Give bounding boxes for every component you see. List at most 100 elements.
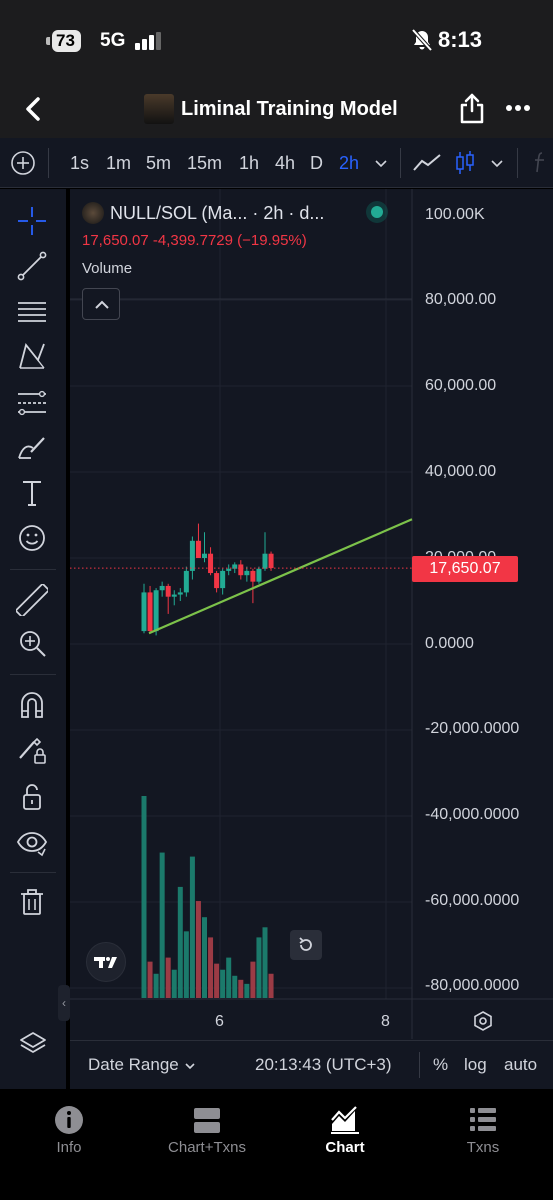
volume-bar xyxy=(195,901,201,998)
timeframe-chevron-down-icon[interactable] xyxy=(372,150,390,176)
price-axis-label: 100.00K xyxy=(425,206,485,223)
tab-txns[interactable]: Txns xyxy=(414,1089,552,1200)
network-type: 5G xyxy=(100,30,126,51)
price-axis-label: -60,000.0000 xyxy=(425,892,520,909)
signal-icon xyxy=(135,32,161,50)
volume-bar xyxy=(153,973,159,998)
candle-body xyxy=(220,570,226,589)
candle-body xyxy=(147,592,153,632)
candle-body xyxy=(159,585,165,591)
emoji-icon[interactable] xyxy=(16,522,48,554)
timeframe-d[interactable]: D xyxy=(310,151,323,175)
tradingview-logo[interactable] xyxy=(86,942,126,982)
chart-area-icon xyxy=(331,1106,359,1134)
list-icon xyxy=(470,1108,496,1131)
toolbar-divider xyxy=(10,674,56,675)
auto-scale-toggle[interactable]: auto xyxy=(504,1054,537,1076)
trash-icon[interactable] xyxy=(16,886,48,918)
tab-label: Info xyxy=(56,1139,82,1156)
silent-bell-icon xyxy=(411,28,433,52)
timeframe-4h[interactable]: 4h xyxy=(275,151,295,175)
divider xyxy=(70,1040,553,1041)
log-scale-toggle[interactable]: log xyxy=(464,1054,487,1076)
timeframe-15m[interactable]: 15m xyxy=(187,151,222,175)
timeframe-1s[interactable]: 1s xyxy=(70,151,89,175)
volume-bar xyxy=(159,852,165,998)
magnet-icon[interactable] xyxy=(16,689,48,721)
back-arrow-icon[interactable] xyxy=(18,94,48,124)
candle-body xyxy=(214,573,220,589)
crosshair-icon[interactable] xyxy=(16,205,48,237)
indicators-icon[interactable] xyxy=(530,150,553,176)
tab-chart-txns[interactable]: Chart+Txns xyxy=(138,1089,276,1200)
candles-chart-type-icon[interactable] xyxy=(454,150,476,176)
volume-bar xyxy=(189,856,195,998)
brush-icon[interactable] xyxy=(16,432,48,464)
toolbar-collapse-handle[interactable]: ‹ xyxy=(58,985,70,1021)
volume-bar xyxy=(165,957,171,998)
date-range-selector[interactable]: Date Range xyxy=(88,1054,197,1076)
volume-bar xyxy=(244,983,250,998)
timeframe-2h-active[interactable]: 2h xyxy=(339,151,359,175)
candle-body xyxy=(141,592,147,632)
volume-bar xyxy=(232,975,238,998)
price-axis-label: 60,000.00 xyxy=(425,377,497,394)
volume-bar xyxy=(177,886,183,998)
app-header: Liminal Training Model xyxy=(0,80,553,138)
volume-bar xyxy=(268,973,274,998)
percent-scale-toggle[interactable]: % xyxy=(433,1054,448,1076)
toolbar-divider xyxy=(10,872,56,873)
clock: 8:13 xyxy=(438,27,483,52)
drawing-toolbar xyxy=(0,189,66,1089)
candles xyxy=(141,523,274,636)
chevron-down-icon xyxy=(185,1062,196,1069)
settings-hexagon-icon[interactable] xyxy=(472,1010,494,1032)
tab-chart[interactable]: Chart xyxy=(276,1089,414,1200)
lock-drawings-icon[interactable] xyxy=(16,734,48,766)
candle-body xyxy=(238,564,244,576)
divider xyxy=(419,1052,420,1078)
price-axis-label: 40,000.00 xyxy=(425,463,497,480)
status-bar: 73 5G 8:13 xyxy=(0,0,553,80)
timeframe-1h[interactable]: 1h xyxy=(239,151,259,175)
reset-chart-button[interactable] xyxy=(290,930,322,960)
symbol-title[interactable]: NULL/SOL (Ma... · 2h · d... xyxy=(110,202,324,224)
symbol-avatar xyxy=(82,202,104,224)
unlock-icon[interactable] xyxy=(16,781,48,813)
eye-icon[interactable] xyxy=(16,826,48,858)
volume-label[interactable]: Volume xyxy=(82,259,132,279)
text-icon[interactable] xyxy=(16,477,48,509)
timeframe-1m[interactable]: 1m xyxy=(106,151,131,175)
volume-bar xyxy=(141,796,147,998)
chevron-up-icon xyxy=(95,300,109,309)
timezone-clock[interactable]: 20:13:43 (UTC+3) xyxy=(255,1054,392,1076)
zoom-in-icon[interactable] xyxy=(16,627,48,659)
add-symbol-icon[interactable] xyxy=(10,150,36,176)
trend-line-icon[interactable] xyxy=(16,250,48,282)
pattern-icon[interactable] xyxy=(16,340,48,372)
toolbar-divider xyxy=(517,148,518,178)
more-options-icon[interactable] xyxy=(504,96,532,120)
ohlc-values: 17,650.07 -4,399.7729 (−19.95%) xyxy=(82,232,307,249)
candle-body xyxy=(244,570,250,576)
timeframe-5m[interactable]: 5m xyxy=(146,151,171,175)
share-icon[interactable] xyxy=(458,92,486,124)
candle-body xyxy=(171,594,177,597)
line-chart-type-icon[interactable] xyxy=(412,150,442,176)
ruler-icon[interactable] xyxy=(16,584,48,616)
info-icon xyxy=(55,1106,83,1134)
candle-body xyxy=(256,568,262,582)
volume-bar xyxy=(147,961,153,998)
live-status-dot xyxy=(366,201,388,223)
chart-type-chevron-down-icon[interactable] xyxy=(488,150,506,176)
price-axis-label: -20,000.0000 xyxy=(425,720,520,737)
layers-icon[interactable] xyxy=(18,1030,48,1060)
projection-icon[interactable] xyxy=(16,387,48,419)
collapse-legend-button[interactable] xyxy=(82,288,120,320)
battery-indicator: 73 xyxy=(46,30,81,52)
tab-info[interactable]: Info xyxy=(0,1089,138,1200)
horizontal-lines-icon[interactable] xyxy=(16,295,48,327)
page-title: Liminal Training Model xyxy=(181,98,398,120)
volume-bar xyxy=(220,969,226,998)
tab-label: Txns xyxy=(466,1139,500,1156)
